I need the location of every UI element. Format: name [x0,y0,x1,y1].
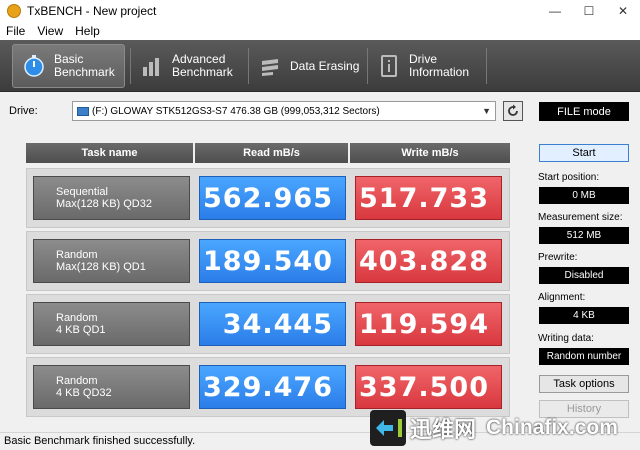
task-button-random-4kb-qd1[interactable]: Random 4 KB QD1 [33,302,190,346]
read-value: 562.965 [199,176,346,220]
refresh-icon [508,104,518,116]
app-icon [7,4,21,18]
mode-indicator: FILE mode [539,102,629,121]
write-value: 337.500 [355,365,502,409]
menu-bar: File View Help [0,22,640,40]
drive-dropdown[interactable]: (F:) GLOWAY STK512GS3-S7 476.38 GB (999,… [72,101,496,121]
task-options-button[interactable]: Task options [539,375,629,393]
prewrite-value[interactable]: Disabled [539,267,629,284]
eraser-icon [258,54,282,78]
watermark-logo-icon [368,408,408,448]
status-text: Basic Benchmark finished successfully. [4,435,196,447]
tab-basic-benchmark[interactable]: Basic Benchmark [12,44,125,88]
measurement-size-label: Measurement size: [538,212,623,223]
task-button-random-max[interactable]: Random Max(128 KB) QD1 [33,239,190,283]
disk-icon [77,106,89,116]
read-value: 189.540 [199,239,346,283]
title-bar: TxBENCH - New project — ☐ ✕ [0,0,640,22]
task-line: 4 KB QD1 [56,324,106,336]
start-position-label: Start position: [538,172,600,183]
bar-chart-icon [140,54,164,78]
task-button-random-4kb-qd32[interactable]: Random 4 KB QD32 [33,365,190,409]
tab-advanced-benchmark[interactable]: Advanced Benchmark [131,44,245,88]
tab-data-erasing[interactable]: Data Erasing [249,44,363,88]
task-line: Max(128 KB) QD32 [56,198,152,210]
minimize-button[interactable]: — [538,0,572,22]
chevron-down-icon: ▼ [482,106,491,116]
watermark-en-text: Chinafix.com [486,416,618,439]
write-value: 403.828 [355,239,502,283]
alignment-value[interactable]: 4 KB [539,307,629,324]
menu-view[interactable]: View [31,24,69,38]
write-value: 119.594 [355,302,502,346]
tab-label: Information [409,65,470,79]
read-value: 34.445 [199,302,346,346]
tab-label: Advanced [172,52,226,66]
window-controls: — ☐ ✕ [538,0,640,22]
close-button[interactable]: ✕ [606,0,640,22]
window-title: TxBENCH - New project [27,4,157,18]
drive-info-icon [377,54,401,78]
drive-selected-value: (F:) GLOWAY STK512GS3-S7 476.38 GB (999,… [92,105,380,117]
toolbar-separator [486,48,487,84]
tab-label: Benchmark [54,65,115,79]
task-line: Random [56,312,98,324]
tab-label: Benchmark [172,65,233,79]
prewrite-label: Prewrite: [538,252,578,263]
drive-label: Drive: [9,105,38,117]
task-button-sequential[interactable]: Sequential Max(128 KB) QD32 [33,176,190,220]
write-value: 517.733 [355,176,502,220]
header-task-name: Task name [26,143,193,163]
task-line: Random [56,249,98,261]
writing-data-label: Writing data: [538,333,594,344]
tab-label: Data Erasing [290,58,360,73]
read-value: 329.476 [199,365,346,409]
watermark-cn-text: 迅维网 [410,418,477,443]
tab-drive-information[interactable]: Drive Information [368,44,484,88]
task-line: Random [56,375,98,387]
toolbar: Basic Benchmark Advanced Benchmark Data Er… [0,40,640,92]
header-read: Read mB/s [195,143,348,163]
task-line: 4 KB QD32 [56,387,112,399]
tab-label: Basic [54,52,84,66]
header-write: Write mB/s [350,143,510,163]
start-button[interactable]: Start [539,144,629,162]
stopwatch-icon [22,54,46,78]
task-line: Max(128 KB) QD1 [56,261,146,273]
refresh-button[interactable] [503,101,523,121]
measurement-size-value[interactable]: 512 MB [539,227,629,244]
alignment-label: Alignment: [538,292,586,303]
menu-help[interactable]: Help [69,24,106,38]
watermark: 迅维网 Chinafix.com [368,406,640,450]
start-position-value[interactable]: 0 MB [539,187,629,204]
maximize-button[interactable]: ☐ [572,0,606,22]
tab-label: Drive [409,52,438,66]
writing-data-value[interactable]: Random number [539,348,629,365]
menu-file[interactable]: File [0,24,31,38]
task-line: Sequential [56,186,108,198]
